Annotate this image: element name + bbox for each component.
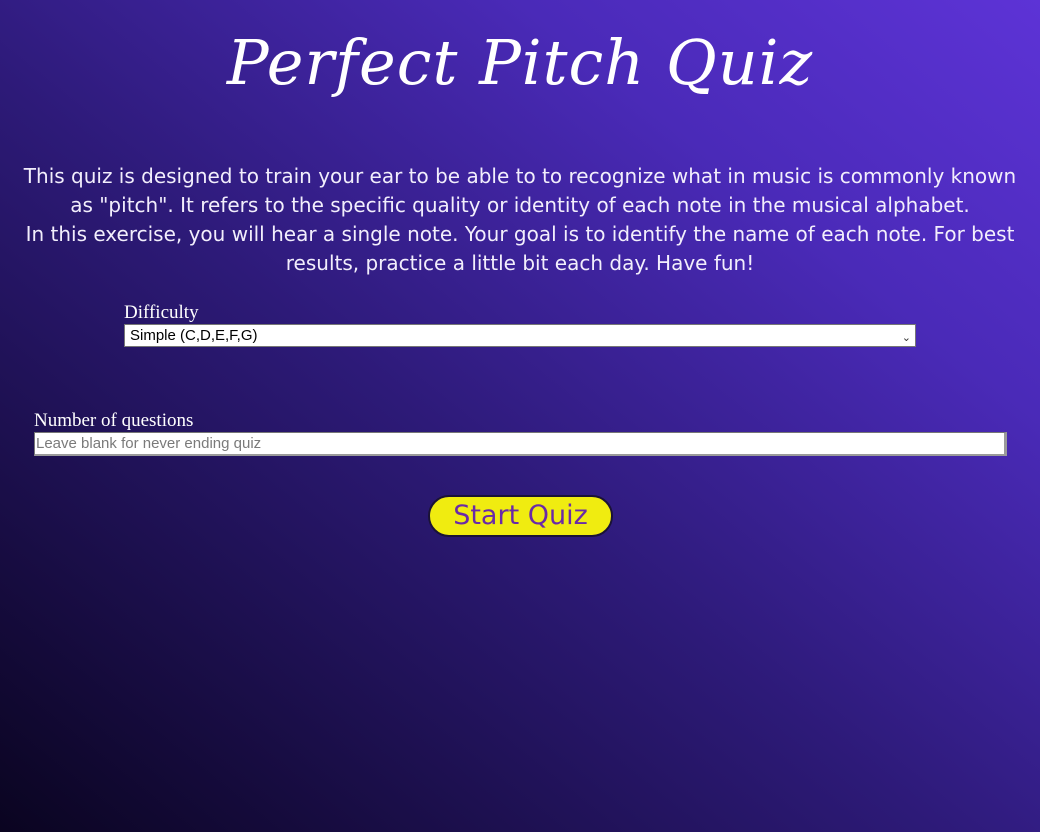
intro-paragraph: In this exercise, you will hear a single…: [25, 222, 1015, 275]
intro-paragraph: This quiz is designed to train your ear …: [23, 164, 1017, 217]
questions-label: Number of questions: [34, 410, 194, 431]
intro-text: This quiz is designed to train your ear …: [16, 162, 1024, 278]
difficulty-label: Difficulty: [124, 302, 199, 323]
difficulty-select[interactable]: Simple (C,D,E,F,G) ⌄: [124, 324, 916, 347]
page-title: Perfect Pitch Quiz: [226, 26, 814, 99]
number-of-questions-input[interactable]: [34, 432, 1007, 456]
difficulty-selected-value: Simple (C,D,E,F,G): [130, 327, 258, 344]
start-quiz-button[interactable]: Start Quiz: [428, 495, 613, 537]
chevron-down-icon: ⌄: [901, 332, 911, 344]
